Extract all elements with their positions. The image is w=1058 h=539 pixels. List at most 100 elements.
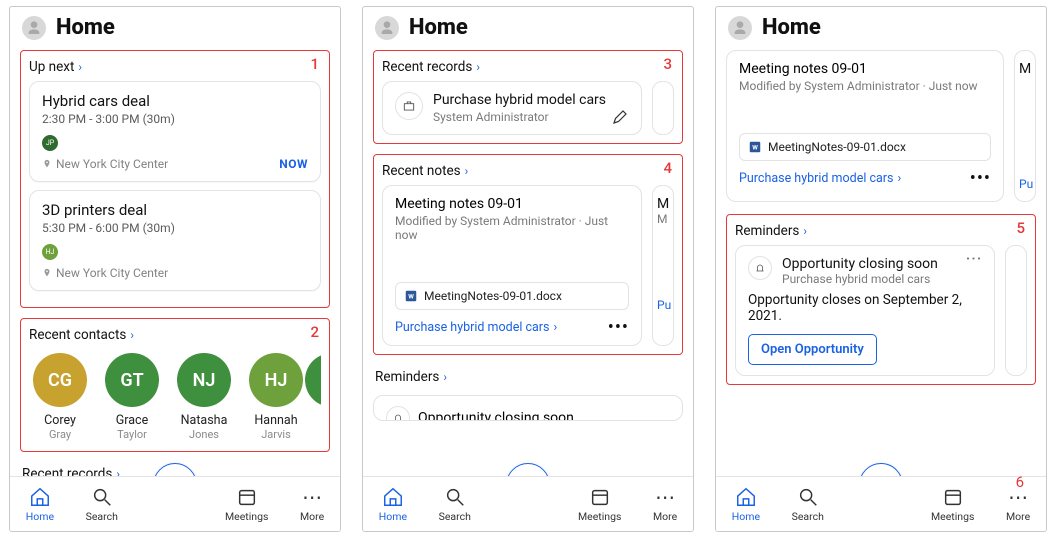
nav-home[interactable]: Home — [26, 486, 54, 523]
bell-icon — [748, 256, 772, 280]
word-doc-icon: W — [404, 289, 418, 303]
event-time: 2:30 PM - 3:00 PM (30m) — [42, 112, 308, 126]
upnext-card-1[interactable]: Hybrid cars deal 2:30 PM - 3:00 PM (30m)… — [29, 81, 321, 182]
chevron-right-icon: › — [443, 370, 447, 384]
contacts-header[interactable]: Recent contacts › — [29, 325, 321, 349]
event-location: New York City Center — [42, 266, 168, 280]
upnext-label: Up next — [29, 59, 74, 75]
topbar: Home — [10, 7, 340, 50]
nav-meetings[interactable]: Meetings — [578, 486, 621, 523]
nav-more[interactable]: ⋯More — [300, 486, 324, 523]
user-avatar[interactable] — [22, 16, 46, 40]
notes-label: Recent notes — [382, 163, 461, 179]
note-card-peek[interactable]: M M Pu — [652, 185, 674, 346]
related-link[interactable]: Purchase hybrid model cars› — [739, 171, 901, 186]
contact-item[interactable]: GTGraceTaylor — [101, 353, 163, 441]
nav-search[interactable]: Search — [439, 486, 471, 523]
note-card-peek[interactable]: M Pu — [1014, 50, 1036, 202]
reminders-header[interactable]: Reminders › — [373, 365, 683, 391]
nav-search[interactable]: Search — [86, 486, 118, 523]
note-sub: Modified by System Administrator · Just … — [395, 214, 629, 242]
contact-item[interactable]: CGCoreyGray — [29, 353, 91, 441]
record-card[interactable]: Purchase hybrid model cars System Admini… — [382, 81, 642, 135]
file-attachment[interactable]: W MeetingNotes-09-01.docx — [395, 282, 629, 310]
open-opportunity-button[interactable]: Open Opportunity — [748, 334, 877, 365]
page-title: Home — [762, 15, 821, 40]
bell-icon — [386, 406, 410, 421]
home-icon — [735, 486, 757, 508]
svg-text:W: W — [752, 143, 758, 151]
record-title: Purchase hybrid model cars — [433, 92, 606, 108]
annotation-3: 3 — [663, 55, 672, 73]
event-time: 5:30 PM - 6:00 PM (30m) — [42, 221, 308, 235]
reminders-section: 5 Reminders › Opportunity closing soon P… — [726, 214, 1036, 385]
word-doc-icon: W — [748, 140, 762, 154]
record-sub: System Administrator — [433, 110, 606, 124]
record-card-peek[interactable] — [652, 81, 674, 135]
annotation-6: 6 — [1016, 473, 1024, 491]
event-title: 3D printers deal — [42, 201, 308, 219]
reminder-sub: Purchase hybrid model cars — [782, 272, 956, 286]
chevron-right-icon: › — [476, 60, 480, 74]
user-avatar[interactable] — [728, 16, 752, 40]
search-icon — [91, 486, 113, 508]
phone-2: Home 3 Recent records › Purchase hybrid … — [362, 6, 694, 532]
contact-item[interactable]: NJNatashaJones — [173, 353, 235, 441]
reminder-card[interactable]: Opportunity closing soon Purchase hybrid… — [735, 245, 995, 376]
calendar-icon — [589, 486, 611, 508]
nav-home[interactable]: Home — [732, 486, 760, 523]
contact-item[interactable]: HJHannahJarvis — [245, 353, 307, 441]
related-link[interactable]: Purchase hybrid model cars› — [395, 320, 557, 335]
notes-header[interactable]: Recent notes › — [382, 161, 674, 185]
annotation-2: 2 — [310, 323, 319, 341]
note-card[interactable]: Meeting notes 09-01 Modified by System A… — [726, 50, 1004, 202]
more-actions-icon[interactable]: ••• — [608, 325, 629, 331]
file-name: MeetingNotes-09-01.docx — [768, 140, 906, 154]
file-attachment[interactable]: W MeetingNotes-09-01.docx — [739, 133, 991, 161]
reminders-header[interactable]: Reminders › — [735, 221, 1027, 245]
chevron-right-icon: › — [78, 60, 82, 74]
navbar: Home Search Meetings ⋯More — [10, 476, 340, 531]
pin-icon — [42, 159, 52, 169]
note-card[interactable]: Meeting notes 09-01 Modified by System A… — [382, 185, 642, 346]
nav-more[interactable]: ⋯More — [653, 486, 677, 523]
user-avatar[interactable] — [375, 16, 399, 40]
home-icon — [29, 486, 51, 508]
annotation-1: 1 — [310, 55, 319, 73]
edit-icon[interactable] — [611, 108, 629, 126]
reminders-label: Reminders — [375, 369, 439, 385]
calendar-icon — [942, 486, 964, 508]
records-header[interactable]: Recent records › — [382, 57, 674, 81]
phone-1: Home 1 Up next › Hybrid cars deal 2:30 P… — [9, 6, 341, 532]
upnext-header[interactable]: Up next › — [29, 57, 321, 81]
navbar: Home Search Meetings ⋯More — [716, 476, 1046, 531]
attendee-chip: JP — [42, 135, 58, 151]
nav-home[interactable]: Home — [379, 486, 407, 523]
contact-avatar: CG — [33, 353, 87, 407]
topbar: Home — [363, 7, 693, 50]
reminder-teaser[interactable]: Opportunity closing soon — [373, 395, 683, 421]
more-icon: ⋯ — [654, 486, 676, 508]
nav-meetings[interactable]: Meetings — [931, 486, 974, 523]
notes-section: 4 Recent notes › Meeting notes 09-01 Mod… — [373, 154, 683, 355]
more-icon: ⋯ — [301, 486, 323, 508]
contact-item[interactable]: JJoP — [317, 353, 321, 441]
file-name: MeetingNotes-09-01.docx — [424, 289, 562, 303]
nav-more[interactable]: ⋯More — [1006, 486, 1030, 523]
note-title: Meeting notes 09-01 — [395, 196, 629, 212]
note-sub: Modified by System Administrator · Just … — [739, 79, 991, 93]
home-icon — [382, 486, 404, 508]
contact-avatar: GT — [105, 353, 159, 407]
nav-meetings[interactable]: Meetings — [225, 486, 268, 523]
kebab-menu-icon[interactable]: ⋮ — [972, 251, 977, 267]
records-label: Recent records — [382, 59, 472, 75]
reminder-title: Opportunity closing soon — [782, 256, 956, 272]
upnext-card-2[interactable]: 3D printers deal 5:30 PM - 6:00 PM (30m)… — [29, 190, 321, 291]
more-actions-icon[interactable]: ••• — [970, 176, 991, 182]
nav-search[interactable]: Search — [792, 486, 824, 523]
now-badge: NOW — [279, 157, 308, 171]
chevron-right-icon: › — [130, 328, 134, 342]
event-location: New York City Center — [42, 157, 168, 171]
chevron-right-icon: › — [803, 224, 807, 238]
reminder-card-peek[interactable] — [1005, 245, 1027, 376]
